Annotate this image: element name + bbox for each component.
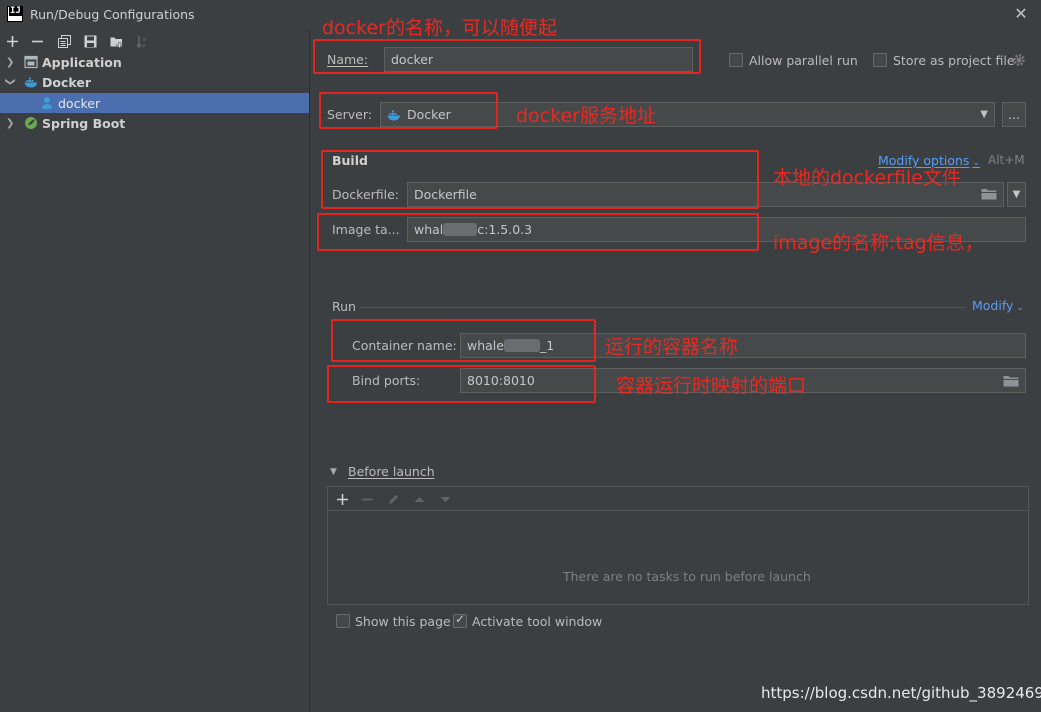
store-project-checkbox[interactable]	[873, 53, 887, 67]
tree-item-docker-config[interactable]: docker	[0, 93, 309, 113]
annotation-box-image	[317, 213, 759, 251]
tree-item-docker[interactable]: ❯ Docker	[0, 72, 309, 92]
run-section-header: Run	[332, 299, 356, 314]
store-project-label: Store as project file	[893, 53, 1015, 68]
annotation-container: 运行的容器名称	[605, 336, 739, 358]
modify-link[interactable]: Modify ⌄	[972, 298, 1024, 313]
chevron-down-icon: ▼	[980, 109, 988, 120]
tree-item-label: Application	[42, 54, 122, 70]
before-launch-toolbar	[328, 487, 1028, 511]
tree-item-label: Spring Boot	[42, 115, 126, 131]
intellij-logo-icon: IJ	[7, 6, 23, 22]
docker-icon	[24, 75, 38, 89]
modify-options-shortcut: Alt+M	[988, 153, 1025, 167]
show-page-checkbox[interactable]	[336, 614, 350, 628]
folder-icon[interactable]	[981, 188, 997, 200]
before-launch-panel: There are no tasks to run before launch	[327, 486, 1029, 605]
remove-icon[interactable]	[358, 490, 376, 508]
save-icon[interactable]	[81, 32, 99, 50]
watermark: https://blog.csdn.net/github_38924695	[761, 684, 1041, 702]
remove-icon[interactable]	[28, 32, 46, 50]
run-separator	[360, 307, 966, 308]
annotation-ports: 容器运行时映射的端口	[616, 375, 807, 397]
move-up-icon[interactable]	[410, 490, 428, 508]
chevron-right-icon[interactable]: ❯	[6, 118, 16, 129]
new-folder-icon[interactable]	[107, 32, 125, 50]
tree-item-spring-boot[interactable]: ❯ Spring Boot	[0, 113, 309, 133]
gear-icon[interactable]	[1012, 53, 1026, 67]
chevron-down-icon: ⌄	[1016, 303, 1024, 313]
before-launch-empty-text: There are no tasks to run before launch	[563, 569, 811, 584]
annotation-image: image的名称:tag信息，	[773, 232, 984, 254]
add-icon[interactable]	[333, 490, 351, 508]
chevron-right-icon[interactable]: ❯	[6, 57, 16, 68]
annotation-box-container	[331, 319, 596, 362]
move-down-icon[interactable]	[436, 490, 454, 508]
allow-parallel-label: Allow parallel run	[749, 53, 858, 68]
add-icon[interactable]	[3, 32, 21, 50]
server-more-button[interactable]: ...	[1002, 102, 1026, 127]
annotation-name: docker的名称，可以随便起	[322, 17, 557, 39]
annotation-server: docker服务地址	[516, 105, 656, 127]
activate-tool-label: Activate tool window	[472, 614, 603, 629]
triangle-down-icon[interactable]: ▼	[330, 467, 337, 477]
sort-icon[interactable]: az	[133, 32, 151, 50]
spring-boot-icon	[24, 116, 38, 130]
tree-item-application[interactable]: ❯ Application	[0, 52, 309, 72]
before-launch-header[interactable]: Before launch	[348, 464, 435, 479]
edit-icon[interactable]	[384, 490, 402, 508]
folder-icon[interactable]	[1003, 375, 1019, 387]
docker-config-icon	[41, 96, 55, 110]
copy-icon[interactable]	[55, 32, 73, 50]
svg-text:z: z	[142, 43, 145, 48]
annotation-dockerfile: 本地的dockerfile文件	[773, 167, 961, 189]
window-title: Run/Debug Configurations	[30, 7, 195, 22]
allow-parallel-checkbox[interactable]	[729, 53, 743, 67]
application-icon	[24, 55, 38, 69]
dockerfile-dropdown-button[interactable]: ▼	[1007, 182, 1026, 207]
annotation-box-ports	[327, 365, 596, 403]
close-button[interactable]: ✕	[1012, 4, 1030, 24]
activate-tool-checkbox[interactable]	[453, 612, 467, 628]
annotation-box-name	[313, 39, 701, 74]
annotation-box-server	[319, 92, 498, 129]
sidebar-toolbar: az	[0, 30, 310, 52]
annotation-box-dockerfile	[321, 150, 759, 209]
tree-item-label: docker	[58, 95, 101, 111]
chevron-down-icon[interactable]: ❯	[5, 77, 16, 87]
chevron-down-icon: ▼	[1012, 189, 1021, 200]
configurations-sidebar: az ❯ Application ❯ Docker docker ❯ Sprin…	[0, 30, 310, 712]
tree-item-label: Docker	[42, 74, 91, 90]
show-page-label: Show this page	[355, 614, 451, 629]
chevron-down-icon: ⌄	[972, 158, 980, 168]
